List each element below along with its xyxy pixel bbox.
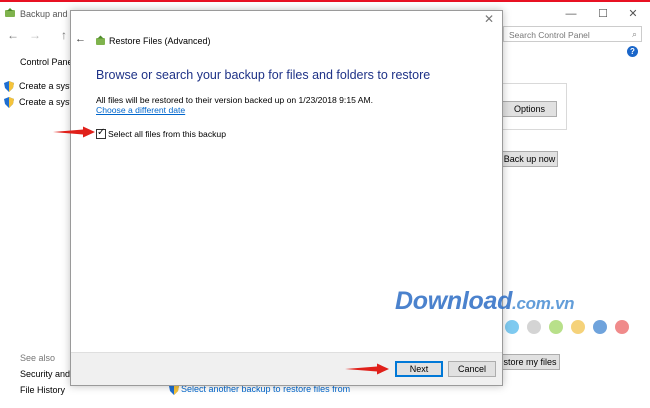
- next-button[interactable]: Next: [395, 361, 443, 377]
- red-pointer-arrow-icon: [53, 126, 95, 138]
- sidebar-item-label: Create a syste: [19, 97, 78, 107]
- back-up-now-button[interactable]: Back up now: [501, 151, 558, 167]
- sidebar-item-create-system-repair-disc[interactable]: Create a syste: [4, 97, 77, 109]
- search-icon: ⌕: [631, 29, 637, 39]
- watermark-dot: [593, 320, 607, 334]
- file-history-link[interactable]: File History: [20, 385, 65, 395]
- select-all-files-checkbox[interactable]: ✓: [96, 127, 106, 139]
- see-also-heading: See also: [20, 353, 56, 363]
- dialog-close-icon[interactable]: ✕: [482, 12, 496, 26]
- window-title: Backup and R: [20, 9, 77, 19]
- maximize-button[interactable]: ☐: [588, 6, 618, 22]
- sidebar-item-label: Create a syste: [19, 81, 78, 91]
- choose-different-date-link[interactable]: Choose a different date: [96, 105, 185, 115]
- control-panel-home-link[interactable]: Control Panel: [20, 57, 75, 67]
- watermark-suffix: .com.vn: [512, 294, 575, 313]
- watermark-dot: [571, 320, 585, 334]
- forward-arrow-icon[interactable]: →: [28, 27, 42, 43]
- watermark-dot: [549, 320, 563, 334]
- watermark-dots: [503, 320, 633, 336]
- restore-info-text: All files will be restored to their vers…: [96, 95, 374, 105]
- dialog-back-arrow-icon[interactable]: ←: [75, 33, 87, 45]
- watermark-main: Download: [395, 287, 513, 315]
- backup-app-icon: [5, 8, 15, 17]
- watermark-dot: [505, 320, 519, 334]
- cancel-button[interactable]: Cancel: [448, 361, 496, 377]
- restore-my-files-button[interactable]: store my files: [500, 354, 560, 370]
- minimize-button[interactable]: —: [556, 6, 586, 22]
- watermark-dot: [615, 320, 629, 334]
- options-button[interactable]: Options: [502, 101, 557, 117]
- close-window-button[interactable]: ✕: [618, 6, 648, 22]
- up-arrow-icon[interactable]: ↑: [57, 27, 71, 43]
- checkmark-icon: ✓: [97, 127, 106, 138]
- red-pointer-arrow-icon: [345, 363, 389, 375]
- uac-shield-icon: [4, 97, 14, 109]
- restore-files-icon: [96, 35, 105, 45]
- back-arrow-icon[interactable]: ←: [6, 27, 20, 43]
- download-watermark: Download.com.vn: [395, 287, 574, 316]
- search-placeholder: Search Control Panel: [509, 30, 590, 40]
- sidebar-item-create-system-image[interactable]: Create a syste: [4, 81, 77, 93]
- help-icon[interactable]: ?: [627, 46, 638, 57]
- watermark-dot: [527, 320, 541, 334]
- dialog-heading: Browse or search your backup for files a…: [96, 68, 431, 82]
- select-all-files-label: Select all files from this backup: [108, 129, 226, 139]
- restore-files-dialog: ✕ ← Restore Files (Advanced) Browse or s…: [70, 10, 503, 386]
- uac-shield-icon: [4, 81, 14, 93]
- dialog-title: Restore Files (Advanced): [109, 36, 211, 46]
- search-input[interactable]: Search Control Panel ⌕: [503, 26, 642, 42]
